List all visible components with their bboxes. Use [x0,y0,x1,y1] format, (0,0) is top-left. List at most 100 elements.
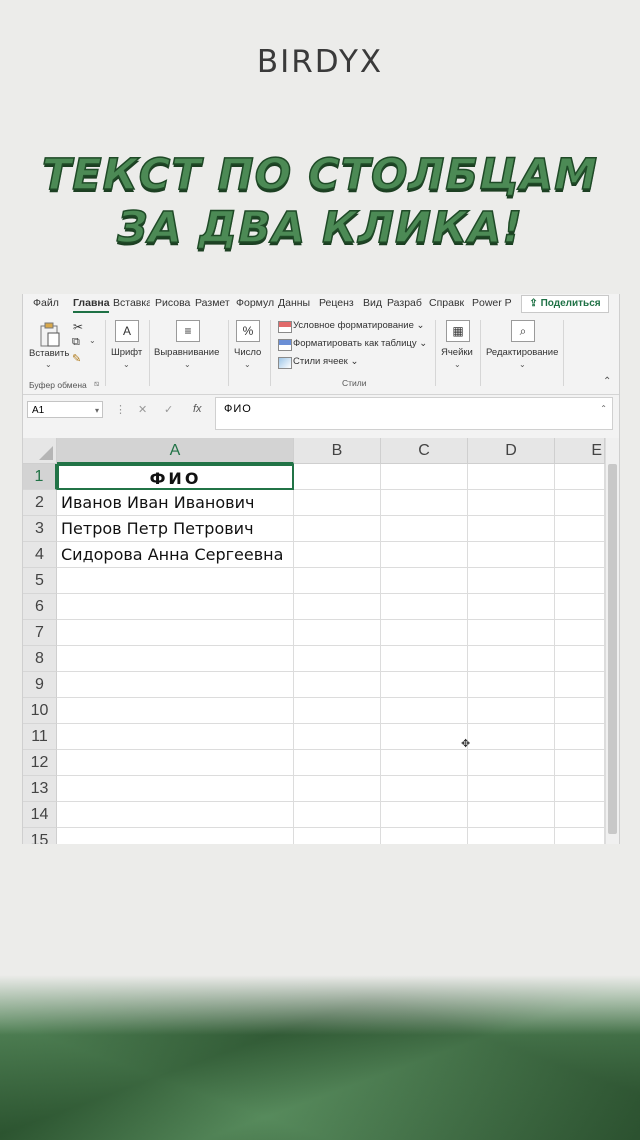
grid-cell[interactable] [294,776,381,802]
copy-dropdown-icon[interactable]: ⌄ [89,336,96,345]
number-dropdown-icon[interactable]: ⌄ [244,360,251,369]
tab-data[interactable]: Данны [278,297,314,309]
column-header-d[interactable]: D [468,438,555,464]
column-header-e[interactable]: E [555,438,605,464]
font-button[interactable]: Шрифт [111,347,142,358]
row-header[interactable]: 5 [23,568,57,594]
cell-a3[interactable]: Петров Петр Петрович [57,516,294,542]
grid-cell[interactable] [381,776,468,802]
grid-cell[interactable] [381,646,468,672]
collapse-ribbon-icon[interactable]: ⌃ [603,376,611,387]
dialog-launcher-icon[interactable]: ⧅ [94,379,99,389]
grid-cell[interactable] [555,672,605,698]
grid-cell[interactable] [57,776,294,802]
cells-button[interactable]: Ячейки [441,347,473,358]
grid-cell[interactable] [555,776,605,802]
row-header[interactable]: 15 [23,828,57,844]
grid-cell[interactable] [294,646,381,672]
grid-cell[interactable] [555,542,605,568]
row-header[interactable]: 3 [23,516,57,542]
grid-cell[interactable] [468,516,555,542]
grid-cell[interactable] [381,802,468,828]
grid-cell[interactable] [468,620,555,646]
grid-cell[interactable] [294,698,381,724]
grid-cell[interactable] [294,464,381,490]
editing-dropdown-icon[interactable]: ⌄ [519,360,526,369]
number-button[interactable]: Число [234,347,261,358]
cancel-icon[interactable]: ✕ [138,403,147,416]
grid-cell[interactable] [468,594,555,620]
percent-icon[interactable]: % [236,320,260,342]
grid-cell[interactable] [468,490,555,516]
row-header[interactable]: 13 [23,776,57,802]
grid-cell[interactable] [294,516,381,542]
grid-cell[interactable] [294,750,381,776]
tab-home[interactable]: Главна [73,297,110,309]
grid-cell[interactable] [468,542,555,568]
paste-button[interactable]: Вставить [29,348,69,359]
grid-cell[interactable] [294,542,381,568]
column-header-c[interactable]: C [381,438,468,464]
grid-cell[interactable] [294,672,381,698]
grid-cell[interactable] [555,802,605,828]
format-painter-icon[interactable]: ✎ [72,352,81,365]
format-as-table-button[interactable]: Форматировать как таблицу ⌄ [293,338,427,349]
cell-a1[interactable]: ФИО [57,464,294,490]
row-header[interactable]: 9 [23,672,57,698]
tab-file[interactable]: Файл [33,297,59,309]
grid-cell[interactable] [294,594,381,620]
row-header[interactable]: 2 [23,490,57,516]
clipboard-icon[interactable] [39,322,61,348]
grid-cell[interactable] [468,776,555,802]
grid-cell[interactable] [381,594,468,620]
grid-cell[interactable] [381,490,468,516]
row-header[interactable]: 10 [23,698,57,724]
row-header[interactable]: 11 [23,724,57,750]
grid-cell[interactable] [555,698,605,724]
grid-cell[interactable] [555,568,605,594]
grid-cell[interactable] [381,542,468,568]
grid-cell[interactable] [468,750,555,776]
grid-cell[interactable] [381,464,468,490]
grid-cell[interactable] [57,698,294,724]
grid-cell[interactable] [381,516,468,542]
grid-cell[interactable] [468,802,555,828]
grid-cell[interactable] [468,724,555,750]
tab-insert[interactable]: Вставка [113,297,150,309]
grid-cell[interactable] [555,464,605,490]
insert-function-icon[interactable]: fx [193,403,202,415]
grid-cell[interactable] [468,464,555,490]
grid-cell[interactable] [381,750,468,776]
row-header[interactable]: 1 [23,464,57,490]
grid-cell[interactable] [57,802,294,828]
grid-cell[interactable] [57,620,294,646]
grid-cell[interactable] [294,724,381,750]
row-header[interactable]: 4 [23,542,57,568]
grid-cell[interactable] [555,646,605,672]
row-header[interactable]: 8 [23,646,57,672]
grid-cell[interactable] [57,594,294,620]
alignment-icon[interactable]: ≡ [176,320,200,342]
copy-icon[interactable]: ⧉ [72,336,80,349]
font-icon[interactable]: A [115,320,139,342]
grid-cell[interactable] [381,698,468,724]
conditional-formatting-button[interactable]: Условное форматирование ⌄ [293,320,424,331]
grid-cell[interactable] [57,672,294,698]
paste-dropdown-icon[interactable]: ⌄ [45,360,52,369]
grid-cell[interactable] [381,724,468,750]
row-header[interactable]: 14 [23,802,57,828]
grid-cell[interactable] [294,802,381,828]
grid-cell[interactable] [294,620,381,646]
cut-icon[interactable]: ✂ [73,320,83,334]
grid-cell[interactable] [57,724,294,750]
alignment-button[interactable]: Выравнивание [154,347,219,358]
grid-cell[interactable] [555,490,605,516]
grid-cell[interactable] [294,828,381,844]
tab-layout[interactable]: Размет [195,297,233,309]
column-header-b[interactable]: B [294,438,381,464]
cell-a2[interactable]: Иванов Иван Иванович [57,490,294,516]
grid-cell[interactable] [57,646,294,672]
tab-draw[interactable]: Рисова [155,297,191,309]
grid-cell[interactable] [555,750,605,776]
grid-cell[interactable] [555,620,605,646]
